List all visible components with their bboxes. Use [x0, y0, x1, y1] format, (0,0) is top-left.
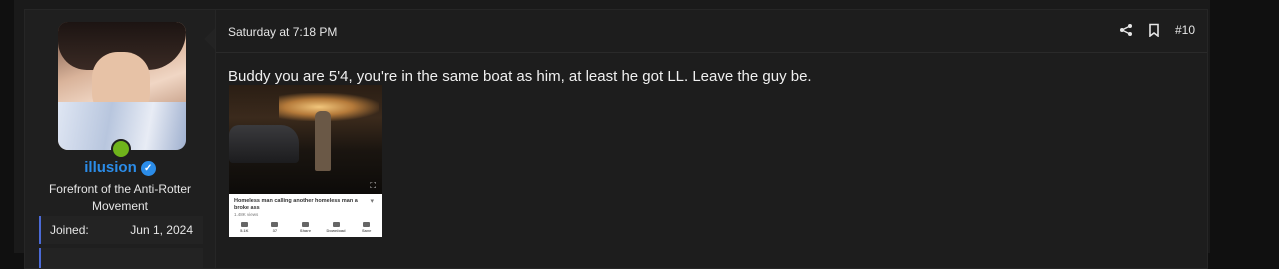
video-still: ⛶: [229, 85, 382, 194]
download-action: Download: [325, 220, 347, 237]
online-status-indicator: [111, 139, 131, 159]
video-figure: [315, 111, 331, 171]
page-container: illusion ✓ Forefront of the Anti-Rotter M…: [14, 0, 1210, 269]
expand-icon[interactable]: ⛶: [370, 181, 376, 191]
like-count: 5.1K: [240, 228, 249, 233]
forum-post: illusion ✓ Forefront of the Anti-Rotter M…: [24, 9, 1208, 269]
download-label: Download: [326, 228, 346, 233]
dislike-count: 37: [272, 228, 278, 233]
user-extra-row: [39, 248, 203, 268]
user-title: Forefront of the Anti-Rotter Movement: [48, 182, 192, 213]
download-icon: [332, 222, 340, 227]
share-action: Share: [294, 220, 316, 237]
save-action: Save: [356, 220, 378, 237]
joined-value: Jun 1, 2024: [130, 223, 193, 237]
dislike-action: 37: [264, 220, 286, 237]
post-main: Saturday at 7:18 PM #10 Buddy you are 5'…: [216, 10, 1207, 268]
message-arrow: [204, 28, 215, 50]
bookmark-icon[interactable]: [1147, 23, 1161, 38]
post-header-actions: #10: [1119, 23, 1195, 38]
dislike-icon: [271, 222, 279, 227]
verified-badge-icon: ✓: [140, 161, 156, 176]
joined-label: Joined:: [50, 223, 89, 237]
post-header: Saturday at 7:18 PM #10: [216, 10, 1207, 53]
video-action-bar: 5.1K 37 Share Download Save: [229, 220, 382, 237]
embedded-video-thumbnail[interactable]: ⛶ Homeless man calling another homeless …: [229, 85, 382, 237]
save-icon: [363, 222, 371, 227]
post-author-panel: illusion ✓ Forefront of the Anti-Rotter M…: [25, 10, 216, 268]
video-caption: Homeless man calling another homeless ma…: [234, 198, 358, 211]
avatar[interactable]: [58, 22, 186, 150]
username-link[interactable]: illusion ✓: [25, 159, 215, 176]
user-extra-joined: Joined: Jun 1, 2024: [39, 216, 203, 244]
post-number-link[interactable]: #10: [1175, 23, 1195, 37]
post-body-text: Buddy you are 5'4, you're in the same bo…: [228, 68, 812, 85]
video-views: 1.48K views: [234, 212, 259, 217]
share-icon[interactable]: [1119, 23, 1133, 37]
video-car: [229, 125, 299, 163]
like-action: 5.1K: [233, 220, 255, 237]
save-label: Save: [362, 228, 372, 233]
caption-more-icon: ▾: [370, 198, 374, 205]
post-date-link[interactable]: Saturday at 7:18 PM: [228, 25, 337, 39]
share-label: Share: [299, 228, 312, 233]
like-icon: [240, 222, 248, 227]
username-text[interactable]: illusion: [84, 159, 137, 176]
share-action-icon: [301, 222, 309, 227]
